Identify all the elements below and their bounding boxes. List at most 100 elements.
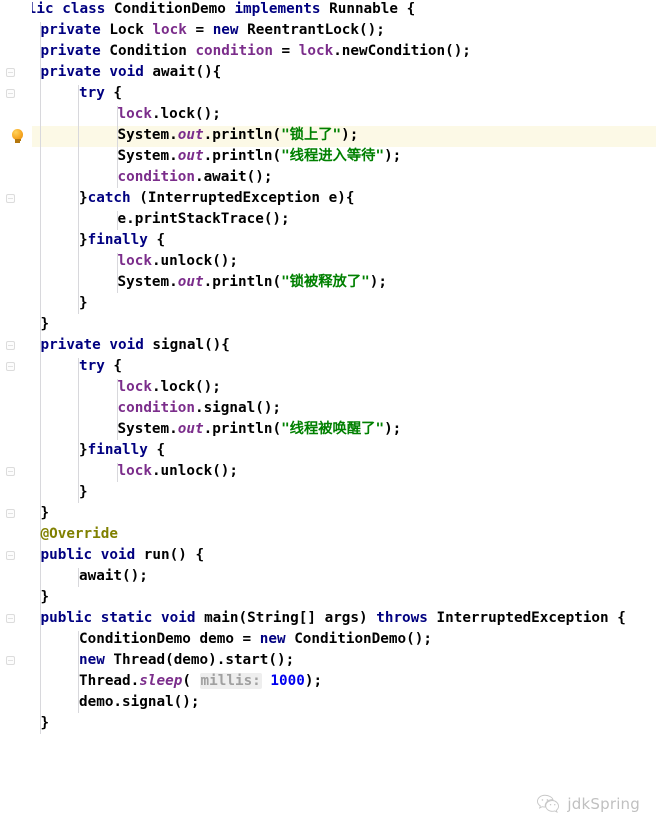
fold-marker-icon[interactable]: [6, 655, 15, 665]
code-line[interactable]: await();: [79, 566, 148, 587]
code-editor[interactable]: public class ConditionDemo implements Ru…: [0, 0, 656, 828]
code-token: .await();: [194, 168, 273, 185]
editor-canvas[interactable]: public class ConditionDemo implements Ru…: [0, 0, 656, 828]
code-line[interactable]: ConditionDemo demo = new ConditionDemo()…: [79, 629, 432, 650]
code-token: implements: [234, 0, 321, 17]
code-token: public: [40, 546, 93, 563]
fold-marker-icon[interactable]: [6, 67, 15, 77]
code-token: new: [79, 651, 105, 668]
code-line[interactable]: public static void main(String[] args) t…: [41, 608, 626, 629]
lightbulb-glass: [12, 128, 23, 140]
editor-gutter[interactable]: [0, 0, 32, 828]
code-line[interactable]: }finally {: [79, 230, 165, 251]
fold-marker-icon[interactable]: [6, 508, 15, 518]
code-token: }: [40, 588, 50, 605]
code-token: void: [109, 336, 144, 353]
code-line[interactable]: public class ConditionDemo implements Ru…: [2, 0, 415, 20]
code-token: }: [79, 483, 88, 500]
code-token: .unlock();: [151, 252, 239, 269]
code-token: lock: [117, 105, 152, 122]
code-token: ConditionDemo: [105, 0, 235, 17]
code-line[interactable]: new Thread(demo).start();: [79, 650, 294, 671]
code-token: System.: [117, 147, 178, 164]
code-line[interactable]: }finally {: [79, 440, 165, 461]
code-line[interactable]: private void signal(){: [41, 335, 230, 356]
code-token: try: [79, 357, 105, 374]
code-line[interactable]: lock.lock();: [118, 104, 221, 125]
code-line[interactable]: }: [79, 293, 88, 314]
code-line[interactable]: demo.signal();: [79, 692, 200, 713]
code-token: class: [62, 0, 106, 17]
code-token: ConditionDemo();: [285, 630, 432, 647]
wechat-logo-icon: [537, 794, 560, 813]
code-line[interactable]: }catch (InterruptedException e){: [79, 188, 354, 209]
code-token: signal(){: [143, 336, 230, 353]
code-token: out: [177, 273, 204, 290]
code-line[interactable]: System.out.println("锁上了");: [118, 125, 359, 146]
code-token: {: [104, 357, 123, 374]
fold-marker-icon[interactable]: [6, 613, 15, 623]
code-line[interactable]: }: [41, 314, 50, 335]
watermark-label: jdkSpring: [567, 794, 640, 813]
code-token: millis:: [199, 672, 262, 689]
code-line[interactable]: condition.signal();: [118, 398, 282, 419]
code-line[interactable]: condition.await();: [118, 167, 273, 188]
code-line[interactable]: try {: [79, 83, 122, 104]
code-token: Lock: [100, 21, 153, 38]
code-token: Thread.: [79, 672, 140, 689]
code-token: sleep: [139, 672, 183, 689]
fold-marker-icon[interactable]: [6, 88, 15, 98]
lightbulb-icon[interactable]: [11, 128, 24, 144]
code-line[interactable]: }: [79, 482, 88, 503]
code-token: lock: [117, 462, 152, 479]
code-token: lock: [117, 252, 152, 269]
code-token: out: [177, 147, 204, 164]
code-token: );: [384, 420, 402, 437]
code-token: {: [147, 441, 166, 458]
code-line[interactable]: lock.unlock();: [118, 461, 239, 482]
code-token: @Override: [40, 525, 118, 542]
code-token: Thread(demo).start();: [104, 651, 295, 668]
fold-marker-icon[interactable]: [6, 361, 15, 371]
code-line[interactable]: System.out.println("锁被释放了");: [118, 272, 387, 293]
code-line[interactable]: private Lock lock = new ReentrantLock();: [41, 20, 385, 41]
code-line[interactable]: System.out.println("线程被唤醒了");: [118, 419, 402, 440]
code-line[interactable]: private Condition condition = lock.newCo…: [41, 41, 471, 62]
code-token: }: [40, 315, 50, 332]
fold-marker-icon[interactable]: [6, 340, 15, 350]
code-token: lock: [298, 42, 334, 59]
code-token: main(String[] args): [195, 609, 377, 626]
code-line[interactable]: private void await(){: [41, 62, 222, 83]
code-token: (InterruptedException e){: [130, 189, 355, 206]
code-token: }: [79, 441, 88, 458]
code-line[interactable]: lock.lock();: [118, 377, 221, 398]
code-token: try: [79, 84, 105, 101]
code-token: {: [104, 84, 123, 101]
code-line[interactable]: }: [41, 713, 50, 734]
code-line[interactable]: System.out.println("线程进入等待");: [118, 146, 402, 167]
fold-marker-icon[interactable]: [6, 193, 15, 203]
code-line[interactable]: public void run() {: [41, 545, 205, 566]
code-token: }: [79, 231, 88, 248]
code-token: .println(: [203, 420, 282, 437]
code-token: );: [369, 273, 387, 290]
code-token: }: [79, 294, 88, 311]
code-line[interactable]: Thread.sleep( millis: 1000);: [79, 671, 322, 692]
code-token: System.: [117, 126, 178, 143]
code-token: demo.signal();: [79, 693, 200, 710]
code-line[interactable]: @Override: [41, 524, 118, 545]
code-line[interactable]: try {: [79, 356, 122, 377]
code-token: run() {: [135, 546, 205, 563]
fold-marker-icon[interactable]: [6, 466, 15, 476]
code-line[interactable]: }: [41, 587, 50, 608]
code-token: catch: [87, 189, 131, 206]
code-token: "线程被唤醒了": [281, 420, 385, 437]
code-line[interactable]: lock.unlock();: [118, 251, 239, 272]
code-token: void: [161, 609, 196, 626]
fold-marker-icon[interactable]: [6, 550, 15, 560]
code-token: private: [40, 42, 101, 59]
code-line[interactable]: e.printStackTrace();: [118, 209, 290, 230]
code-line[interactable]: }: [41, 503, 50, 524]
